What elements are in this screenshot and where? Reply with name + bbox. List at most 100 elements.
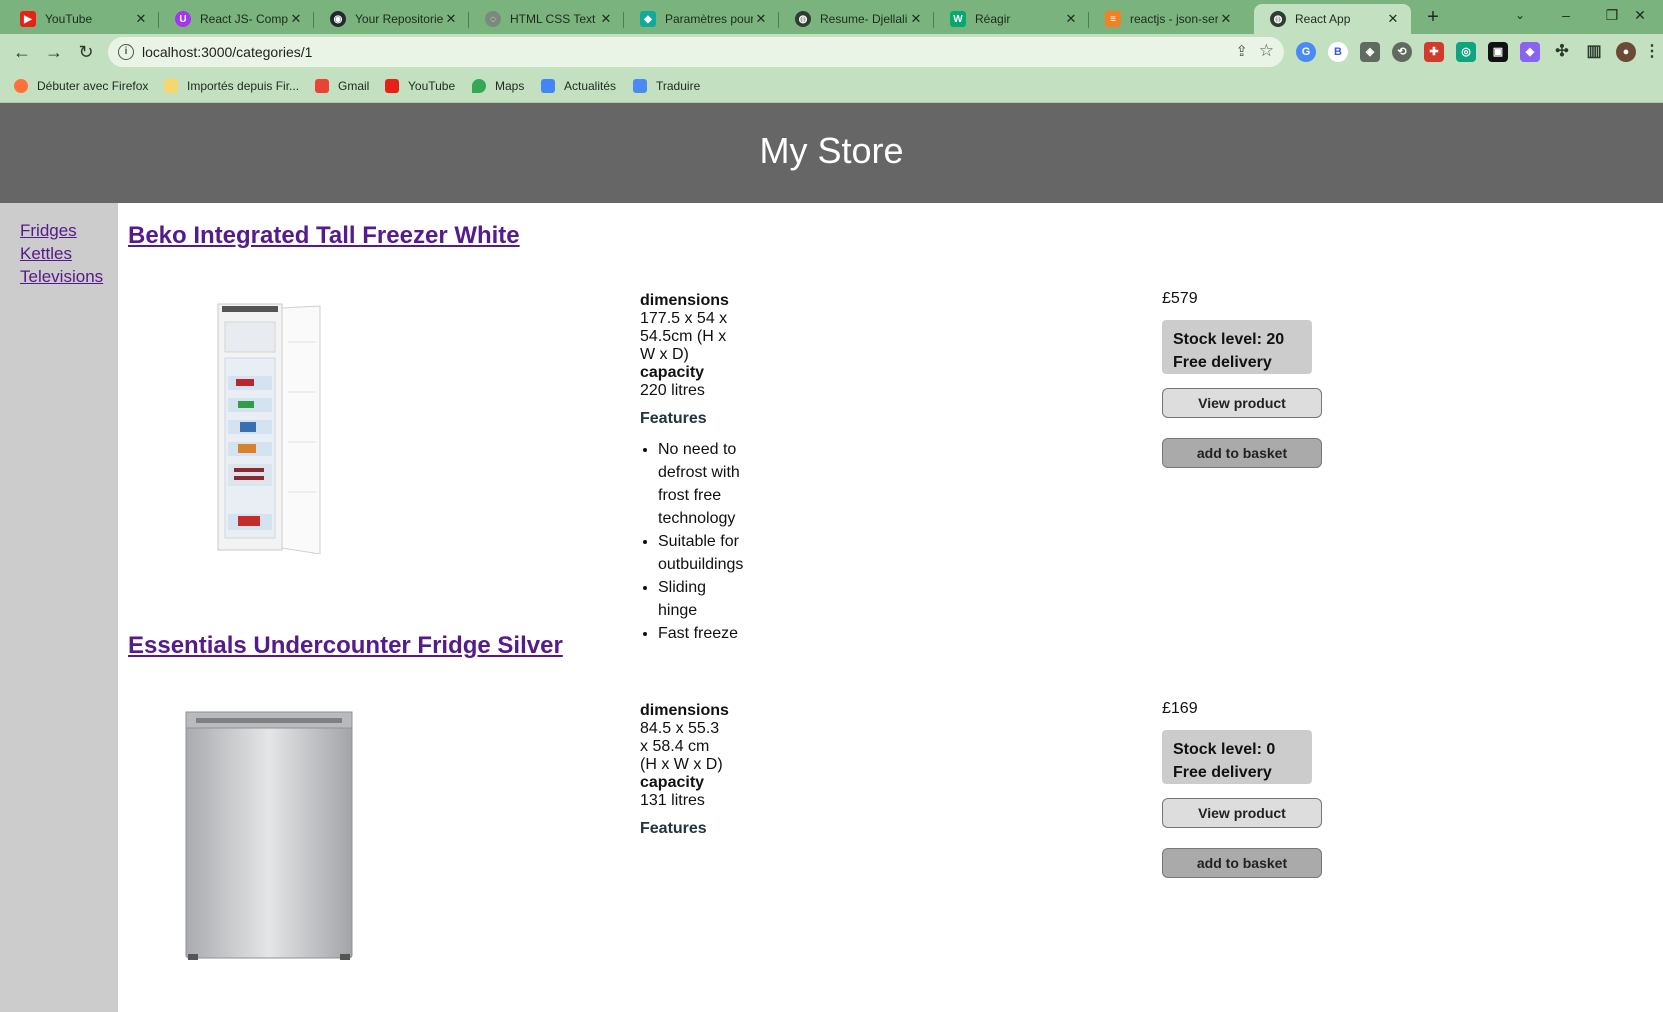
- view-product-button[interactable]: View product: [1162, 388, 1322, 418]
- category-link-kettles[interactable]: Kettles: [20, 244, 72, 263]
- purchase-panel: £169 Stock level: 0 Free delivery View p…: [1162, 700, 1322, 878]
- bookmark-item[interactable]: Débuter avec Firefox: [14, 77, 148, 95]
- dark-extension-icon[interactable]: ▣: [1488, 42, 1508, 62]
- tab-title: Réagir: [975, 12, 1011, 26]
- product-details: dimensions 177.5 x 54 x 54.5cm (H x W x …: [640, 292, 743, 645]
- browser-tab[interactable]: U React JS- Comple ✕: [159, 4, 314, 34]
- bookmark-item[interactable]: Traduire: [633, 77, 700, 95]
- feature-item: Sliding hinge: [658, 576, 743, 622]
- bookmark-star-icon[interactable]: ☆: [1259, 41, 1274, 61]
- globe-icon: ◍: [1270, 11, 1286, 27]
- bookmark-item[interactable]: Actualités: [541, 77, 616, 95]
- feature-item: Fast freeze: [658, 622, 743, 645]
- browser-tab[interactable]: ◆ Paramètres pour ✕: [624, 4, 779, 34]
- tab-title: Paramètres pour: [665, 12, 753, 26]
- sync-extension-icon[interactable]: ⟲: [1392, 42, 1412, 62]
- features-heading: Features: [640, 820, 707, 837]
- category-link-fridges[interactable]: Fridges: [20, 221, 77, 240]
- browser-tab-strip: ▶ YouTube ✕ U React JS- Comple ✕ ◉ Your …: [0, 0, 1663, 34]
- browser-tab[interactable]: ◍ Resume- Djellali ✕: [779, 4, 934, 34]
- browser-tab[interactable]: ◉ Your Repositories ✕: [314, 4, 469, 34]
- diamond-icon: ◆: [640, 11, 656, 27]
- bookmarks-bar: Débuter avec Firefox Importés depuis Fir…: [0, 70, 1663, 103]
- youtube-icon: ▶: [20, 11, 36, 27]
- forward-arrow-icon[interactable]: →: [40, 39, 68, 65]
- bookmark-item[interactable]: Gmail: [315, 77, 369, 95]
- bookmark-item[interactable]: YouTube: [385, 77, 455, 95]
- address-bar-url[interactable]: localhost:3000/categories/1: [142, 44, 312, 60]
- close-icon[interactable]: ✕: [288, 11, 304, 27]
- stock-info-box: Stock level: 20 Free delivery: [1162, 320, 1312, 374]
- menu-kebab-icon[interactable]: ⋮: [1644, 42, 1660, 62]
- shield-extension-icon[interactable]: ◈: [1360, 42, 1380, 62]
- bookmark-label: Débuter avec Firefox: [37, 79, 149, 93]
- bookmark-item[interactable]: Maps: [472, 77, 524, 95]
- stock-info-box: Stock level: 0 Free delivery: [1162, 730, 1312, 784]
- browser-tab[interactable]: ◌ HTML CSS Text St ✕: [469, 4, 624, 34]
- capacity-value: 131 litres: [640, 792, 705, 809]
- maps-icon: [472, 79, 486, 93]
- close-icon[interactable]: ✕: [753, 11, 769, 27]
- dimensions-label: dimensions: [640, 292, 729, 309]
- add-to-basket-button[interactable]: add to basket: [1162, 848, 1322, 878]
- delivery-info: Free delivery: [1173, 764, 1272, 781]
- new-tab-plus-icon[interactable]: +: [1420, 6, 1446, 30]
- address-bar[interactable]: i localhost:3000/categories/1 ⇪ ☆: [108, 37, 1284, 67]
- translate-extension-icon[interactable]: G: [1296, 42, 1316, 62]
- feature-item: No need to defrost with frost free techn…: [658, 438, 743, 530]
- site-info-icon[interactable]: i: [118, 44, 134, 60]
- share-icon[interactable]: ⇪: [1235, 42, 1248, 60]
- close-icon[interactable]: ✕: [443, 11, 459, 27]
- stock-level: Stock level: 0: [1173, 741, 1276, 758]
- browser-tab[interactable]: W Réagir ✕: [934, 4, 1089, 34]
- browser-tab-active[interactable]: ◍ React App ✕: [1254, 4, 1411, 34]
- bookmark-label: Actualités: [564, 79, 617, 93]
- reload-icon[interactable]: ↻: [72, 39, 100, 65]
- chatgpt-extension-icon[interactable]: ◎: [1456, 42, 1476, 62]
- product-title-link[interactable]: Essentials Undercounter Fridge Silver: [128, 632, 563, 660]
- browser-tab[interactable]: ≡ reactjs - json-ser ✕: [1089, 4, 1244, 34]
- extensions-puzzle-icon[interactable]: ✣: [1552, 42, 1572, 62]
- add-to-basket-button[interactable]: add to basket: [1162, 438, 1322, 468]
- profile-avatar[interactable]: ●: [1616, 42, 1636, 62]
- feature-item: Suitable for outbuildings: [658, 530, 743, 576]
- browser-tab[interactable]: ▶ YouTube ✕: [4, 4, 159, 34]
- stock-level: Stock level: 20: [1173, 331, 1285, 348]
- category-link-televisions[interactable]: Televisions: [20, 267, 103, 286]
- globe-icon: ◌: [485, 11, 501, 27]
- github-icon: ◉: [330, 11, 346, 27]
- minimize-icon[interactable]: –: [1543, 0, 1589, 30]
- tab-title: React App: [1295, 12, 1351, 26]
- category-list: Fridges Kettles Televisions: [20, 221, 103, 290]
- tab-title: React JS- Comple: [200, 12, 288, 26]
- tab-search-chevron-icon[interactable]: ⌄: [1497, 0, 1543, 30]
- capacity-value: 220 litres: [640, 382, 705, 399]
- gmail-icon: [315, 79, 329, 93]
- window-close-icon[interactable]: ✕: [1617, 0, 1663, 30]
- tab-title: reactjs - json-ser: [1130, 12, 1218, 26]
- close-icon[interactable]: ✕: [598, 11, 614, 27]
- product-title-link[interactable]: Beko Integrated Tall Freezer White: [128, 222, 520, 250]
- close-icon[interactable]: ✕: [1063, 11, 1079, 27]
- close-icon[interactable]: ✕: [1385, 11, 1401, 27]
- folder-icon: [164, 79, 178, 93]
- bookmark-folder[interactable]: Importés depuis Fir...: [164, 77, 299, 95]
- side-panel-icon[interactable]: ▥: [1584, 42, 1604, 62]
- back-arrow-icon[interactable]: ←: [8, 39, 36, 65]
- close-icon[interactable]: ✕: [133, 11, 149, 27]
- close-icon[interactable]: ✕: [1218, 11, 1234, 27]
- red-extension-icon[interactable]: ✚: [1424, 42, 1444, 62]
- youtube-icon: [385, 79, 399, 93]
- features-list: No need to defrost with frost free techn…: [640, 438, 743, 645]
- product-image-fridge: [184, 710, 356, 967]
- view-product-button[interactable]: View product: [1162, 798, 1322, 828]
- close-icon[interactable]: ✕: [908, 11, 924, 27]
- bookmark-label: Maps: [495, 79, 525, 93]
- extension-b-icon[interactable]: B: [1328, 42, 1348, 62]
- store-header: My Store: [0, 103, 1663, 203]
- w3-icon: W: [950, 11, 966, 27]
- category-sidebar: Fridges Kettles Televisions: [0, 203, 118, 1012]
- gradient-extension-icon[interactable]: ◆: [1520, 42, 1540, 62]
- browser-toolbar: ← → ↻ i localhost:3000/categories/1 ⇪ ☆ …: [0, 34, 1663, 70]
- purchase-panel: £579 Stock level: 20 Free delivery View …: [1162, 290, 1322, 468]
